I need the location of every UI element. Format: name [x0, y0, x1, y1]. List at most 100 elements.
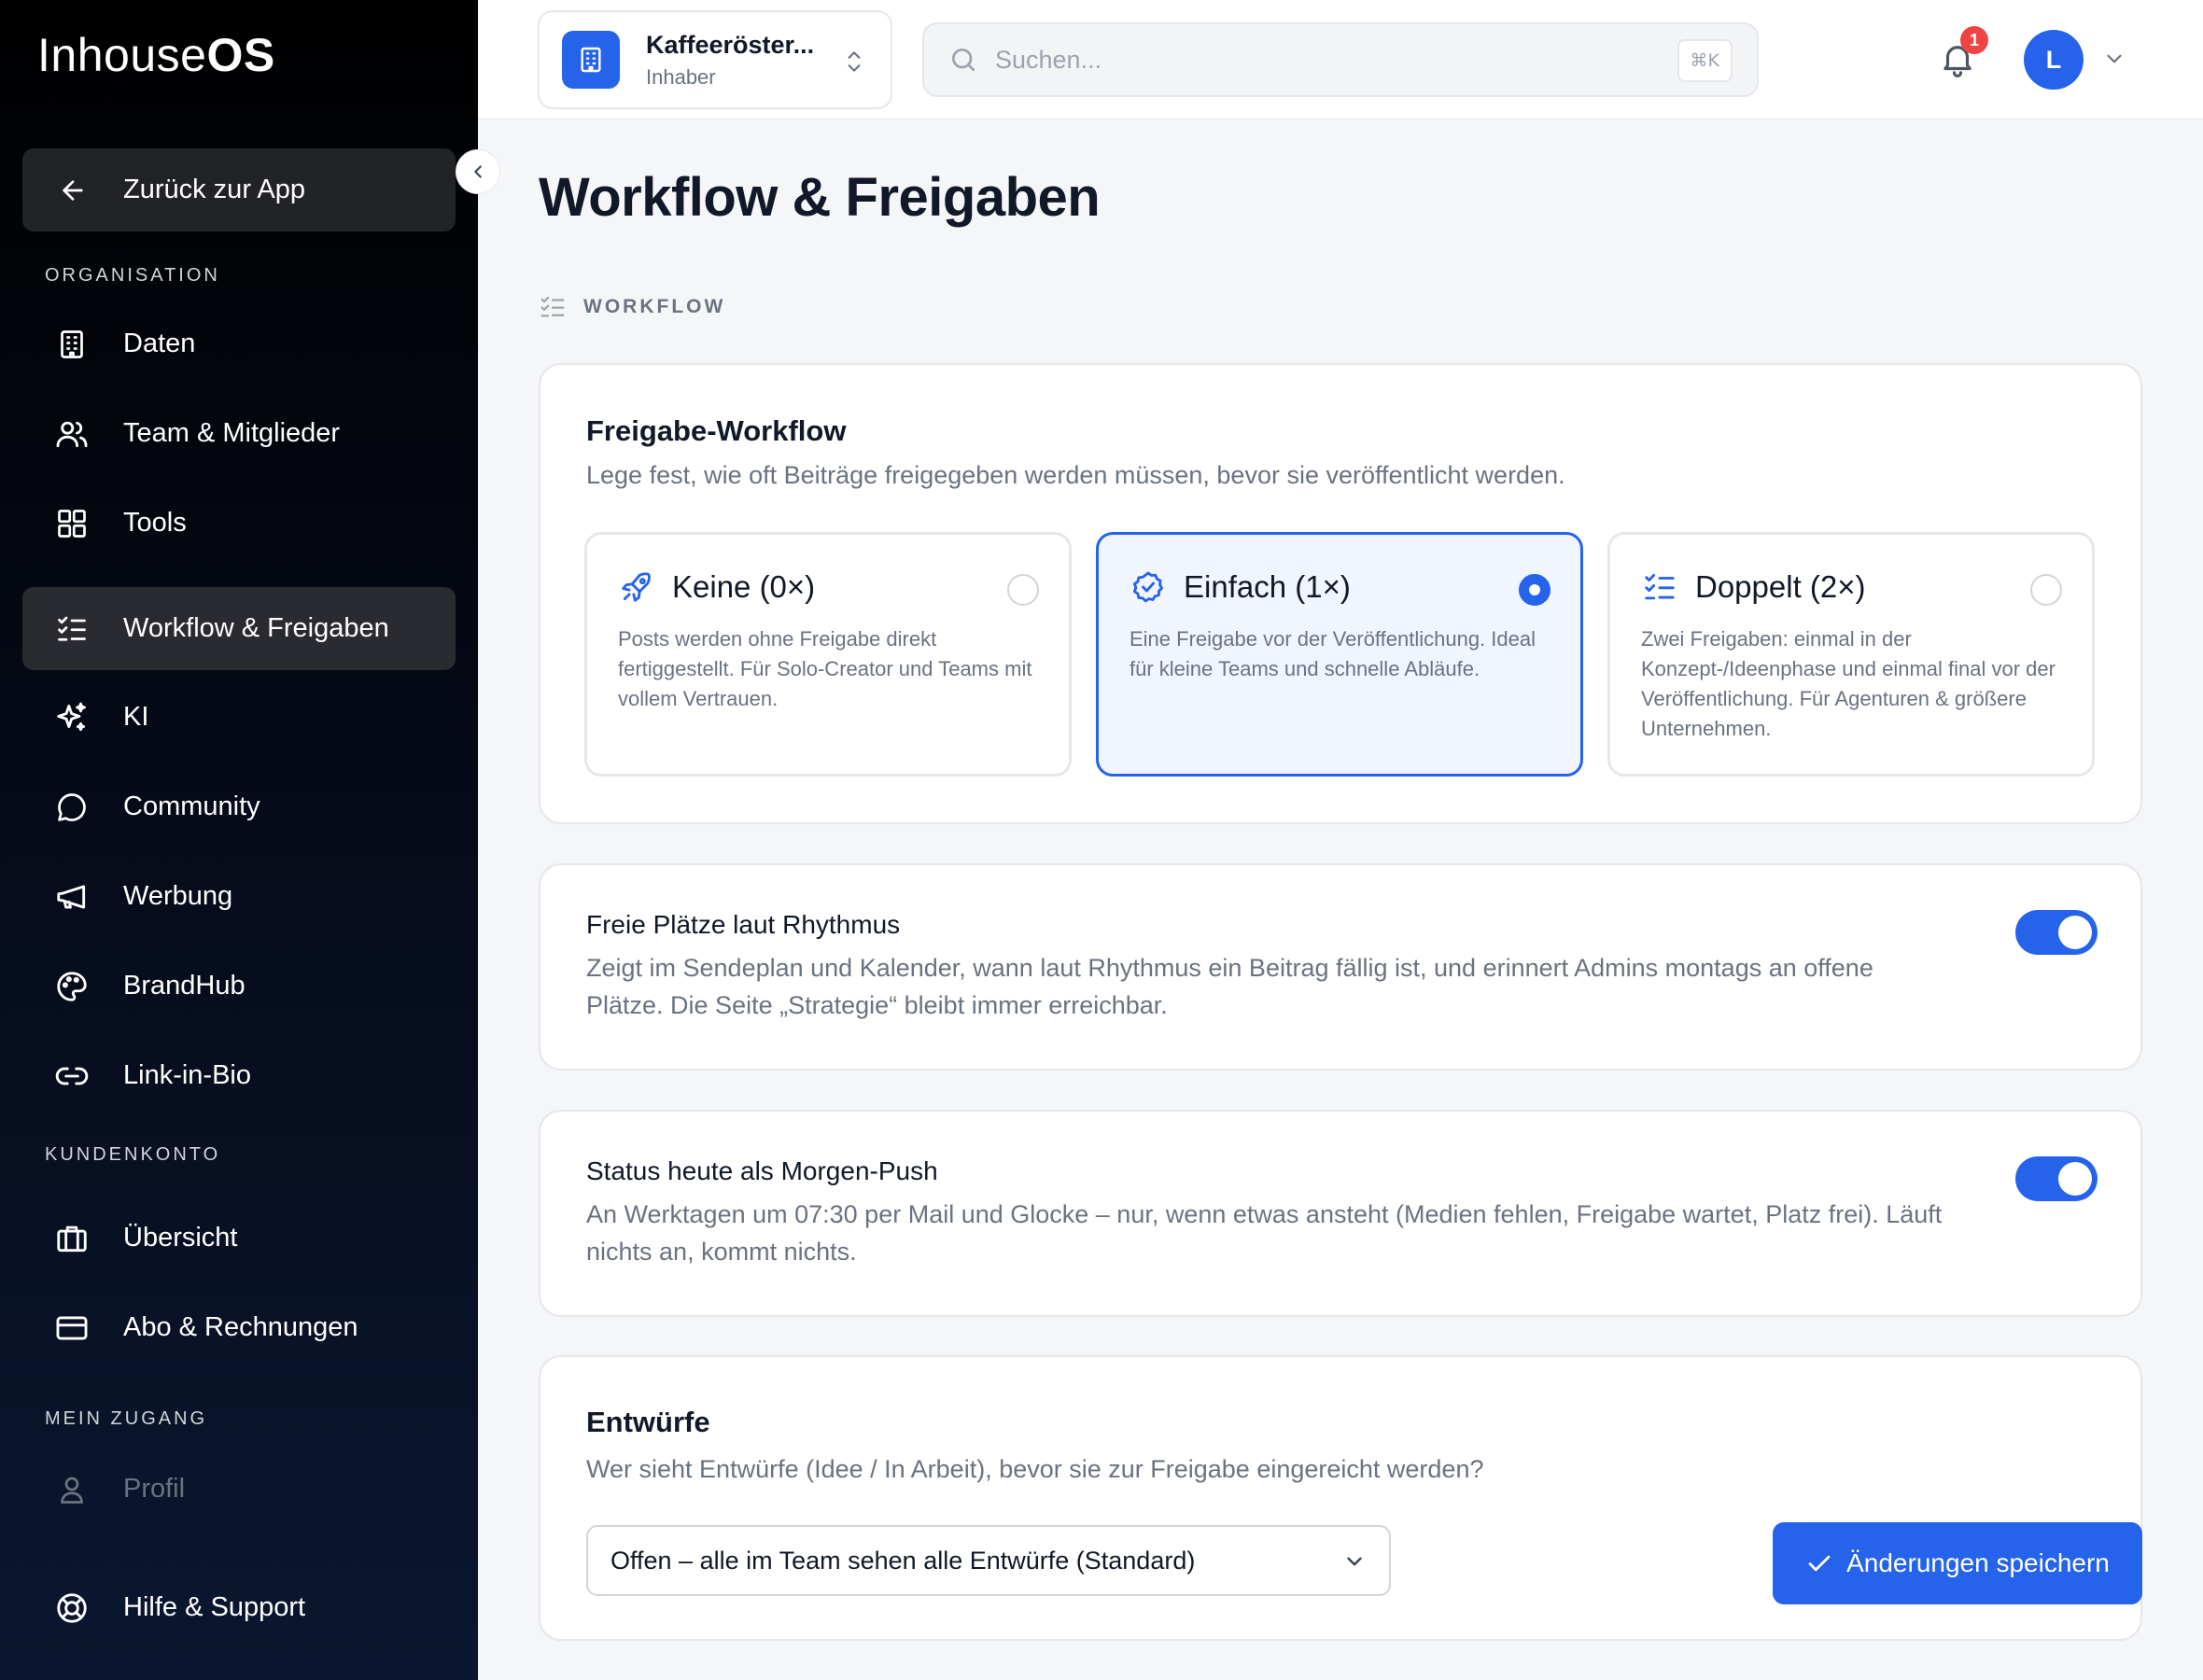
morning-push-description: An Werktagen um 07:30 per Mail und Glock…: [586, 1200, 1943, 1266]
approval-option-single[interactable]: Einfach (1×) Eine Freigabe vor der Veröf…: [1096, 532, 1583, 777]
option-header: Keine (0×): [618, 568, 815, 606]
save-changes-button[interactable]: Änderungen speichern: [1773, 1522, 2142, 1604]
sidebar-item-label: Team & Mitglieder: [123, 418, 341, 448]
logo-text-os: OS: [206, 29, 275, 81]
drafts-description: Wer sieht Entwürfe (Idee / In Arbeit), b…: [586, 1455, 1484, 1483]
grid-icon: [52, 504, 91, 543]
drafts-visibility-value: Offen – alle im Team sehen alle Entwürfe…: [610, 1546, 1196, 1575]
free-slots-toggle[interactable]: [2015, 910, 2098, 955]
option-header: Doppelt (2×): [1641, 568, 1866, 606]
chevron-up-down-icon: [842, 48, 866, 80]
badge-check-icon: [1130, 568, 1167, 606]
sidebar-item-label: KI: [123, 702, 149, 732]
building-icon: [562, 31, 620, 89]
sidebar-item-abo[interactable]: Abo & Rechnungen: [22, 1286, 456, 1369]
sparkles-icon: [52, 698, 91, 737]
chevron-down-icon[interactable]: [2102, 47, 2126, 76]
sidebar-item-uebersicht[interactable]: Übersicht: [22, 1197, 456, 1280]
briefcase-icon: [52, 1219, 91, 1258]
option-title: Doppelt (2×): [1695, 569, 1866, 604]
sidebar-item-community[interactable]: Community: [22, 765, 456, 848]
user-avatar[interactable]: L: [2024, 30, 2084, 90]
credit-card-icon: [52, 1309, 91, 1348]
sidebar-item-label: BrandHub: [123, 971, 246, 1001]
collapse-sidebar-button[interactable]: [456, 149, 500, 194]
logo-text-inhouse: Inhouse: [37, 29, 207, 81]
rocket-icon: [618, 568, 655, 606]
link-icon: [52, 1057, 91, 1096]
section-label-mein-zugang: MEIN ZUGANG: [45, 1408, 208, 1429]
drafts-visibility-select[interactable]: Offen – alle im Team sehen alle Entwürfe…: [586, 1525, 1391, 1596]
morning-push-title: Status heute als Morgen-Push: [586, 1156, 938, 1185]
sidebar-item-ki[interactable]: KI: [22, 676, 456, 759]
page-title: Workflow & Freigaben: [539, 167, 1101, 228]
back-to-app-button[interactable]: Zurück zur App: [22, 148, 456, 231]
sidebar-item-label: Community: [123, 791, 260, 821]
option-radio[interactable]: [2030, 574, 2062, 606]
chevron-down-icon: [1342, 1549, 1367, 1580]
section-label-kundenkonto: KUNDENKONTO: [45, 1144, 221, 1165]
section-label-workflow: WORKFLOW: [583, 296, 726, 317]
sidebar-item-team[interactable]: Team & Mitglieder: [22, 392, 456, 475]
option-radio-selected[interactable]: [1519, 574, 1551, 606]
free-slots-title: Freie Plätze laut Rhythmus: [586, 910, 901, 939]
users-icon: [52, 414, 91, 454]
morning-push-card: Status heute als Morgen-Push An Werktage…: [539, 1110, 2142, 1317]
free-slots-card: Freie Plätze laut Rhythmus Zeigt im Send…: [539, 863, 2142, 1071]
arrow-left-icon: [54, 172, 91, 209]
option-description: Eine Freigabe vor der Veröffentlichung. …: [1130, 627, 1536, 680]
sidebar-item-label: Daten: [123, 329, 196, 358]
top-bar: Kaffeeröster... Inhaber Suchen... ⌘K 1 L: [478, 0, 2203, 119]
section-label-organisation: ORGANISATION: [45, 265, 220, 286]
sidebar-item-brandhub[interactable]: BrandHub: [22, 945, 456, 1028]
sidebar-item-label: Workflow & Freigaben: [123, 613, 389, 643]
sidebar-item-label: Übersicht: [123, 1223, 238, 1253]
section-header-workflow: WORKFLOW: [539, 293, 725, 321]
option-title: Keine (0×): [672, 569, 816, 604]
save-changes-label: Änderungen speichern: [1846, 1548, 2110, 1577]
sidebar-item-tools[interactable]: Tools: [22, 482, 456, 565]
morning-push-toggle[interactable]: [2015, 1156, 2098, 1201]
option-description: Posts werden ohne Freigabe direkt fertig…: [618, 627, 1032, 710]
chevron-left-icon: [468, 161, 488, 182]
option-header: Einfach (1×): [1130, 568, 1351, 606]
checklist-icon: [1641, 568, 1678, 606]
megaphone-icon: [52, 877, 91, 917]
organization-name: Kaffeeröster...: [646, 30, 815, 59]
sidebar-item-daten[interactable]: Daten: [22, 302, 456, 385]
approval-option-double[interactable]: Doppelt (2×) Zwei Freigaben: einmal in d…: [1607, 532, 2095, 777]
option-title: Einfach (1×): [1184, 569, 1351, 604]
sidebar-item-werbung[interactable]: Werbung: [22, 855, 456, 938]
palette-icon: [52, 967, 91, 1006]
sidebar-item-label: Tools: [123, 508, 187, 538]
approval-workflow-title: Freigabe-Workflow: [586, 414, 847, 447]
chat-bubble-icon: [52, 788, 91, 827]
user-icon: [52, 1470, 91, 1509]
sidebar-item-profil[interactable]: Profil: [22, 1448, 456, 1531]
sidebar-item-workflow[interactable]: Workflow & Freigaben: [22, 587, 456, 670]
lifebuoy-icon: [52, 1589, 91, 1628]
organization-role: Inhaber: [646, 64, 716, 89]
sidebar-item-label: Profil: [123, 1474, 186, 1504]
option-radio[interactable]: [1007, 574, 1039, 606]
sidebar-item-link-in-bio[interactable]: Link-in-Bio: [22, 1034, 456, 1117]
checklist-icon: [539, 293, 567, 321]
search-icon: [948, 45, 978, 75]
organization-switcher[interactable]: Kaffeeröster... Inhaber: [538, 10, 892, 109]
app-logo[interactable]: InhouseOS: [37, 28, 275, 82]
sidebar-item-label: Hilfe & Support: [123, 1592, 306, 1622]
sidebar-item-hilfe[interactable]: Hilfe & Support: [22, 1566, 456, 1649]
sidebar-item-label: Werbung: [123, 881, 233, 911]
search-placeholder: Suchen...: [995, 45, 1102, 74]
approval-workflow-description: Lege fest, wie oft Beiträge freigegeben …: [586, 461, 1565, 489]
drafts-title: Entwürfe: [586, 1406, 710, 1438]
option-description: Zwei Freigaben: einmal in der Konzept-/I…: [1641, 627, 2056, 740]
check-icon: [1805, 1549, 1833, 1577]
sidebar: InhouseOS Zurück zur App ORGANISATION Da…: [0, 0, 478, 1680]
building-icon: [52, 325, 91, 364]
search-shortcut-hint: ⌘K: [1677, 39, 1733, 82]
free-slots-description: Zeigt im Sendeplan und Kalender, wann la…: [586, 954, 1873, 1019]
approval-option-none[interactable]: Keine (0×) Posts werden ohne Freigabe di…: [584, 532, 1072, 777]
search-input[interactable]: Suchen... ⌘K: [922, 22, 1759, 97]
sidebar-item-label: Abo & Rechnungen: [123, 1312, 358, 1342]
